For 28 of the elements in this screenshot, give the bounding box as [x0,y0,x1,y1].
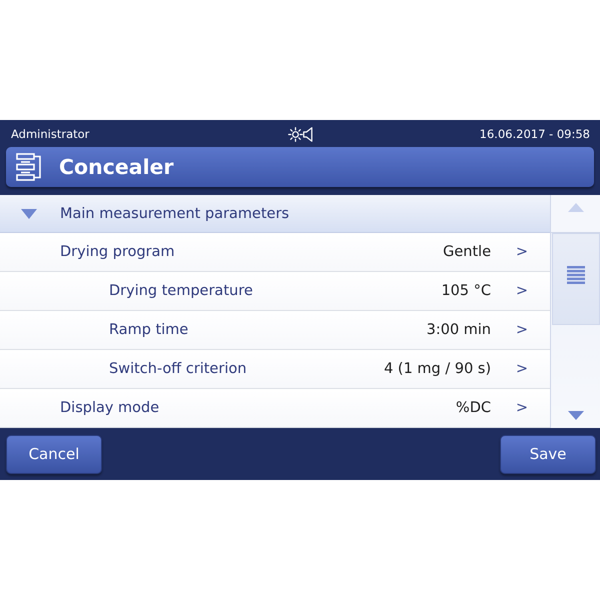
parameter-value: 4 (1 mg / 90 s) [384,361,491,377]
parameter-label: Drying program [60,244,175,260]
parameter-value: 3:00 min [426,322,491,338]
parameter-value: %DC [456,400,491,416]
parameter-value: 105 °C [441,283,491,299]
save-button[interactable]: Save [500,434,596,474]
chevron: > [514,322,530,338]
screen-title: Concealer [59,155,174,179]
chevron: > [514,400,530,416]
parameter-value: Gentle [443,244,491,260]
up-triangle-icon [568,203,584,212]
down-triangle-icon[interactable] [568,411,584,420]
scroll-thumb[interactable] [552,233,600,325]
parameter-label: Switch-off criterion [109,361,247,377]
chevron: > [514,283,530,299]
user-name: Administrator [11,126,90,140]
section-header[interactable]: Main measurement parameters [0,195,550,233]
parameter-label: Ramp time [109,322,188,338]
grip-lines-icon [566,266,584,284]
parameter-label: Drying temperature [109,283,253,299]
outline-icon [16,153,42,181]
parameter-label: Display mode [60,400,160,416]
chevron: > [514,244,530,260]
chevron: > [514,361,530,377]
cancel-button[interactable]: Cancel [6,434,102,474]
date-time: 16.06.2017 - 09:58 [480,126,590,140]
sun-icon [288,127,303,142]
speaker-icon [303,127,313,142]
